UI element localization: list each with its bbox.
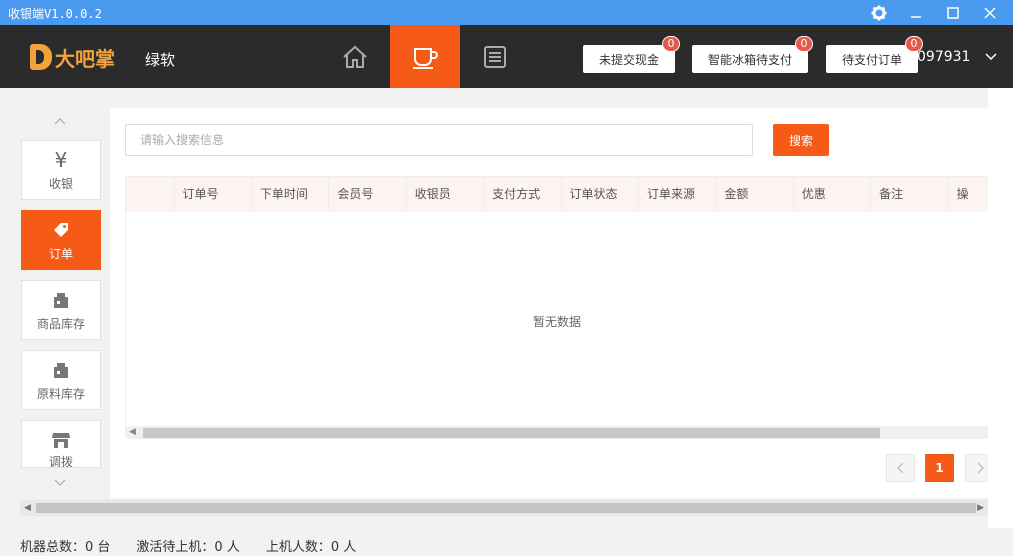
window-title-bar: 收银端V1.0.0.2 [0,0,1013,25]
column-header[interactable]: 收银员 [407,177,485,212]
column-header[interactable]: 订单来源 [639,177,717,212]
scroll-left-icon[interactable]: ◀ [129,426,136,439]
store-icon [51,431,71,449]
shop-name: 绿软 [145,51,176,69]
box-icon [52,359,70,381]
select-column-header [126,177,175,212]
column-header[interactable]: 备注 [871,177,949,212]
logo-mark-icon [30,44,52,70]
orders-panel: 搜索 订单号 下单时间 会员号 收银员 支付方式 订单状态 订单来源 金额 优惠… [110,108,988,498]
gear-icon[interactable] [862,0,896,25]
nav-orders[interactable] [390,25,460,88]
sidebar-scroll-down-icon[interactable] [50,476,70,490]
online-count: 上机人数：0 人 [265,540,357,555]
chevron-down-icon [985,53,997,61]
right-edge-panel [988,88,1013,528]
nav-list[interactable] [460,25,530,88]
search-button[interactable]: 搜索 [773,124,829,156]
column-header[interactable]: 订单号 [175,177,252,212]
chevron-left-icon [896,462,903,474]
tag-icon [52,219,70,241]
count-badge: 0 [662,36,680,52]
search-input[interactable] [125,124,753,156]
scroll-left-icon[interactable]: ◀ [24,500,31,516]
sidebar-item-label: 收银 [48,176,73,191]
column-header[interactable]: 支付方式 [484,177,562,212]
sidebar-item-label: 商品库存 [36,316,85,331]
close-icon[interactable] [973,0,1007,25]
column-header[interactable]: 会员号 [329,177,407,212]
status-bar: 机器总数：0 台 激活待上机：0 人 上机人数：0 人 [20,536,382,555]
sidebar-item-label: 订单 [48,246,73,261]
chevron-right-icon [977,462,984,474]
sidebar-item-label: 调拨 [48,455,73,468]
right-edge-bottom [988,528,1013,556]
page-number-button[interactable]: 1 [925,454,954,482]
nav-home[interactable] [320,25,390,88]
orders-table: 订单号 下单时间 会员号 收银员 支付方式 订单状态 订单来源 金额 优惠 备注… [125,176,988,439]
column-header[interactable]: 订单状态 [562,177,639,212]
table-horizontal-scrollbar[interactable]: ◀ [125,426,988,439]
app-header: 大吧掌 绿软 未提交现金 0 智能冰箱待支付 0 待支付订单 0 097931 [0,25,1013,88]
page-horizontal-scrollbar[interactable]: ◀ ▶ [20,500,988,516]
sidebar-item-orders[interactable]: 订单 [21,210,101,270]
sidebar-scroll-up-icon[interactable] [50,114,70,128]
user-id: 097931 [917,49,971,65]
column-header[interactable]: 优惠 [794,177,872,212]
sidebar-item-transfer[interactable]: 调拨 [21,420,101,468]
count-badge: 0 [795,36,813,52]
next-page-button[interactable] [965,454,988,482]
sidebar-item-label: 原料库存 [36,386,85,401]
pending-orders-button[interactable]: 待支付订单 0 [826,36,923,73]
empty-state-text: 暂无数据 [532,315,581,329]
column-header[interactable]: 金额 [716,177,794,212]
logo-text: 大吧掌 [55,46,115,71]
table-header: 订单号 下单时间 会员号 收银员 支付方式 订单状态 订单来源 金额 优惠 备注… [126,177,988,212]
user-menu[interactable]: 097931 [917,49,997,65]
sidebar-item-checkout[interactable]: ¥ 收银 [21,140,101,200]
maximize-icon[interactable] [936,0,970,25]
column-header[interactable]: 下单时间 [252,177,330,212]
minimize-icon[interactable] [899,0,933,25]
machine-count: 机器总数：0 台 [20,540,111,555]
scroll-right-icon[interactable]: ▶ [977,500,984,516]
fridge-pending-button[interactable]: 智能冰箱待支付 0 [692,36,813,73]
home-icon [343,45,367,68]
window-title: 收银端V1.0.0.2 [8,7,102,21]
logo: 大吧掌 [30,43,115,71]
prev-page-button[interactable] [886,454,915,482]
uncommitted-cash-button[interactable]: 未提交现金 0 [583,36,680,73]
cup-icon [413,47,438,69]
pending-count: 激活待上机：0 人 [136,540,240,555]
box-icon [52,289,70,311]
sidebar-item-material-stock[interactable]: 原料库存 [21,350,101,410]
yen-icon: ¥ [54,147,68,172]
list-icon [484,45,506,68]
column-header[interactable]: 操 [949,177,988,212]
scrollbar-thumb[interactable] [36,503,976,513]
sidebar-item-goods-stock[interactable]: 商品库存 [21,280,101,340]
scrollbar-thumb[interactable] [143,428,880,438]
